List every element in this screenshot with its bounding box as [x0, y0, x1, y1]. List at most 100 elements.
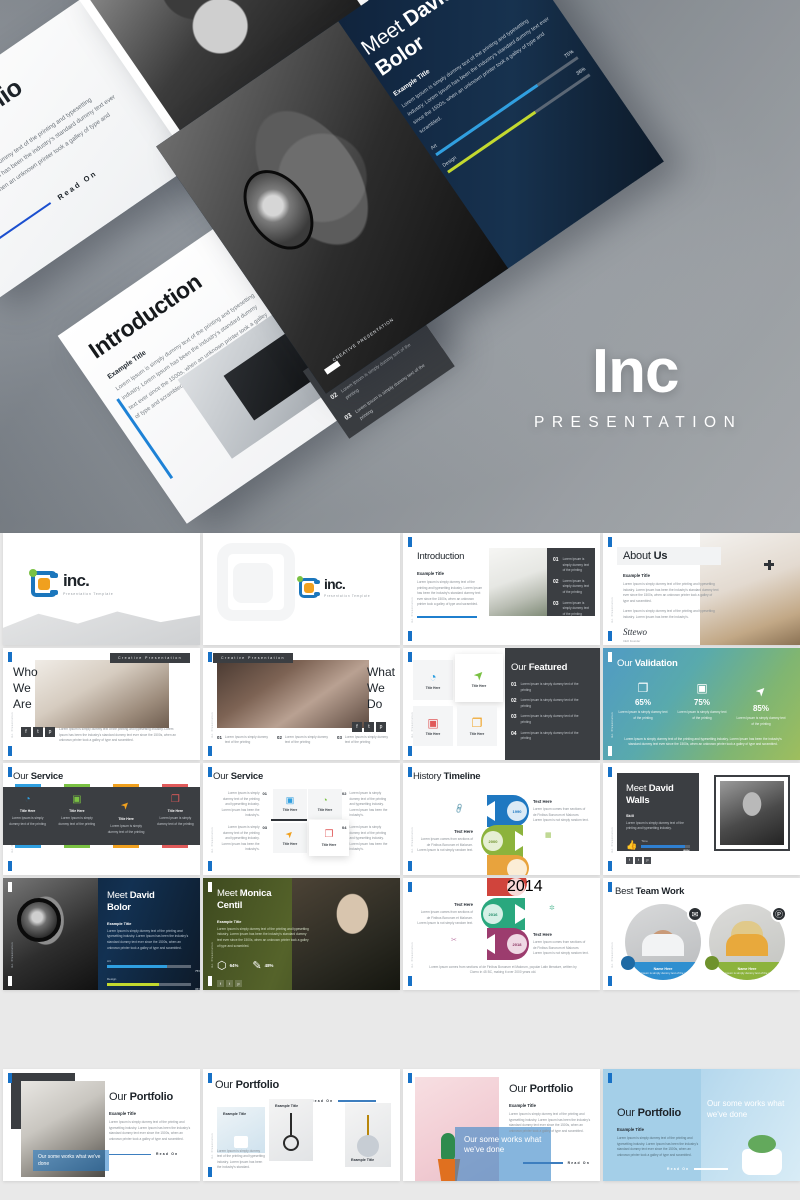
facebook-icon[interactable]: f: [626, 856, 633, 864]
badge-icon: ✲: [549, 905, 555, 912]
slide-thumb-history-timeline-1[interactable]: inc. Presentation History Timeline 1990 …: [403, 763, 600, 875]
twitter-icon[interactable]: t: [635, 856, 642, 864]
corner-mark-top: [408, 652, 412, 662]
team-member-card[interactable]: Name Here Lorem Ipsum is simply dummy te…: [621, 904, 703, 980]
portfolio-card[interactable]: Example Title: [217, 1107, 265, 1153]
social-icons[interactable]: f t p: [21, 727, 55, 738]
stat-text: Lorem Ipsum is simply dummy text of the …: [677, 710, 727, 720]
slide-thumb-our-portfolio-cactus[interactable]: Our some works what we've done Our Portf…: [403, 1069, 600, 1181]
pinterest-icon[interactable]: Ⓟ: [771, 906, 787, 922]
thumbs-up-icon: 👍: [626, 840, 638, 851]
title-band: About Us: [617, 547, 721, 565]
chat-icon: ◔: [24, 794, 31, 805]
title-line-3: Are: [13, 697, 32, 712]
feature-tile[interactable]: ◔ Title Here: [413, 660, 453, 700]
slide-thumb-our-validation[interactable]: inc. Presentation Our Validation ❐ 65% L…: [603, 648, 800, 760]
pinterest-icon[interactable]: p: [45, 727, 55, 738]
corner-mark-top: [608, 537, 612, 547]
service-card[interactable]: ➤ Title Here Lorem Ipsum is simply dummy…: [102, 784, 151, 848]
facebook-icon[interactable]: f: [352, 722, 362, 732]
read-on-link[interactable]: Read On: [109, 1152, 191, 1156]
side-brand-text: inc. Presentation: [411, 596, 414, 623]
card-label: Title Here: [69, 809, 85, 813]
slide-title: Our Service: [213, 771, 263, 782]
slide-thumb-what-we-do[interactable]: inc. Presentation Creative Presentation …: [203, 648, 400, 760]
feature-tile[interactable]: ➤ Title Here: [455, 654, 503, 702]
member-info: Name Here Lorem Ipsum is simply dummy te…: [709, 961, 785, 980]
title-bold: David: [399, 0, 459, 32]
list-number: 01: [511, 682, 517, 688]
service-tile[interactable]: ◔ Title Here: [308, 789, 342, 819]
side-brand-text: inc. Presentation: [411, 826, 414, 853]
read-on-link[interactable]: Read On: [667, 1167, 729, 1171]
corner-mark-bottom: [408, 746, 412, 756]
corner-mark-top: [608, 767, 612, 777]
slide-thumb-meet-david-bolor[interactable]: inc. Presentation Meet David Bolor Exampl…: [3, 878, 200, 990]
title-line2: Centil: [217, 899, 243, 911]
slide-thumb-meet-monica-centil[interactable]: inc. Presentation Meet Monica Centil Exam…: [203, 878, 400, 990]
slide-thumb-best-team-work[interactable]: inc. Presentation Best Team Work Name He…: [603, 878, 800, 990]
service-card[interactable]: ❐ Title Here Lorem Ipsum is simply dummy…: [151, 784, 200, 848]
twitter-icon[interactable]: t: [364, 722, 374, 732]
title-light: Our: [13, 771, 31, 782]
pinterest-icon[interactable]: p: [644, 856, 651, 864]
corner-mark-bottom: [208, 861, 212, 871]
pinterest-icon[interactable]: p: [235, 980, 242, 988]
paper-plane-icon: ➤: [283, 827, 296, 841]
slide-thumb-our-portfolio-book[interactable]: Our some works what we've done Our Portf…: [3, 1069, 200, 1181]
team-member-card[interactable]: Name Here Lorem Ipsum is simply dummy te…: [705, 904, 787, 980]
feature-tile[interactable]: ❐ Title Here: [457, 706, 497, 746]
service-card[interactable]: ▣ Title Here Lorem Ipsum is simply dummy…: [52, 784, 101, 848]
tile-label: Title Here: [425, 731, 441, 736]
body-text: Lorem Ipsum is simply dummy text of the …: [626, 820, 684, 831]
slide-thumb-our-service-dark[interactable]: inc. Presentation Our Service ◔ Title He…: [3, 763, 200, 875]
twitter-icon[interactable]: t: [226, 980, 233, 988]
slide-thumb-cover-logo-mountain[interactable]: inc. Presentation Template: [3, 533, 200, 645]
slide-thumb-introduction[interactable]: inc. Presentation Introduction Example T…: [403, 533, 600, 645]
portfolio-card[interactable]: Example Title: [269, 1099, 313, 1161]
slide-thumb-our-portfolio-grid[interactable]: inc. Presentation Our Portfolio Read On …: [203, 1069, 400, 1181]
list-number: 03: [337, 734, 342, 740]
location-icon: ⬡: [217, 960, 227, 973]
layers-icon: ❐: [471, 715, 483, 730]
node-text: Lorem Ipsum comes from sections of de Fi…: [417, 910, 473, 926]
service-tile[interactable]: ➤ Title Here: [273, 823, 307, 853]
social-icons[interactable]: f t p: [217, 980, 309, 988]
item-text: Lorem Ipsum is simply dummy text of the …: [349, 825, 388, 852]
service-cards: ◔ Title Here Lorem Ipsum is simply dummy…: [3, 784, 200, 848]
slide-thumb-our-service-light[interactable]: inc. Presentation Our Service ▣ Title He…: [203, 763, 400, 875]
footer-text: Lorem Ipsum comes from sections of de Fi…: [429, 964, 577, 975]
overlay-text: Our some works what we've done: [38, 1154, 101, 1167]
twitter-icon[interactable]: ✉: [687, 906, 703, 922]
service-card[interactable]: ◔ Title Here Lorem Ipsum is simply dummy…: [3, 784, 52, 848]
social-icons[interactable]: f t p: [352, 722, 386, 732]
list-number: 03: [511, 714, 517, 721]
slide-thumb-history-timeline-2[interactable]: inc. Presentation 2014 2016 Text Here Lo…: [403, 878, 600, 990]
facebook-icon[interactable]: f: [21, 727, 31, 738]
twitter-icon[interactable]: t: [33, 727, 43, 738]
feature-tile[interactable]: ▣ Title Here: [413, 706, 453, 746]
pinterest-icon[interactable]: p: [376, 722, 386, 732]
slide-thumb-who-we-are[interactable]: inc. Presentation Creative Presentation …: [3, 648, 200, 760]
link-icon: 🔗: [454, 804, 466, 815]
portfolio-card[interactable]: Example Title: [345, 1103, 391, 1167]
read-on-label: Read On: [667, 1167, 690, 1171]
title-bold: David: [648, 783, 674, 794]
card-top-accent: [14, 784, 41, 787]
list-item: 03 Lorem Ipsum is simply dummy text of th…: [511, 714, 589, 725]
body-text: Lorem Ipsum is simply dummy text of the …: [617, 1136, 699, 1157]
slide-thumb-our-featured[interactable]: inc. Presentation Our Featured 01Lorem I…: [403, 648, 600, 760]
social-icons[interactable]: f t p: [626, 856, 690, 864]
slide-thumb-cover-logo-plain[interactable]: inc. Presentation Template: [203, 533, 400, 645]
slide-thumb-about-us[interactable]: inc. Presentation About Us Example Title…: [603, 533, 800, 645]
corner-mark-top: [8, 767, 12, 777]
read-on-link[interactable]: Read On: [522, 1161, 590, 1165]
example-title: Example Title: [509, 1103, 536, 1108]
service-tile[interactable]: ▣ Title Here: [273, 789, 307, 819]
side-brand-text: inc. Presentation: [611, 596, 614, 623]
slide-thumb-our-portfolio-blue[interactable]: Our Portfolio Example Title Lorem Ipsum …: [603, 1069, 800, 1181]
facebook-icon[interactable]: f: [217, 980, 224, 988]
chat-icon: ◔: [322, 795, 328, 805]
skill-fill: [446, 110, 537, 174]
slide-thumb-meet-david-walls[interactable]: inc. Presentation Meet David Walls Skill …: [603, 763, 800, 875]
